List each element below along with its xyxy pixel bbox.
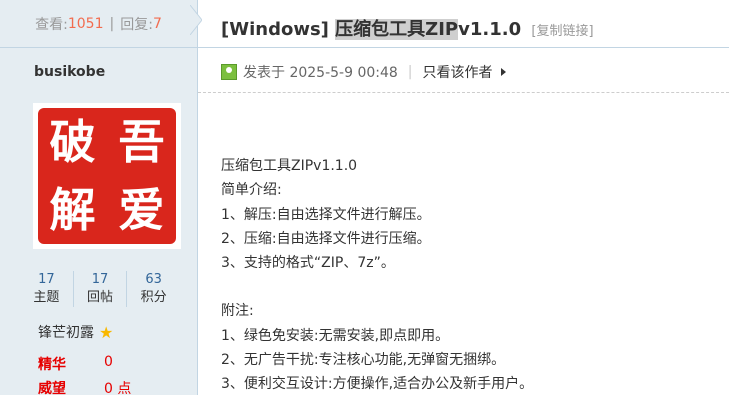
post-date: 发表于 2025-5-9 00:48 — [243, 65, 398, 81]
post-content: 压缩包工具ZIPv1.1.0 简单介绍: 1、解压:自由选择文件进行解压。 2、… — [221, 154, 533, 397]
replies-label: 回复: — [120, 16, 153, 33]
weiwang-label: 威望 — [38, 381, 66, 397]
thread-title: [Windows] 压缩包工具ZIPv1.1.0 [复制链接] — [221, 15, 594, 41]
user-rank[interactable]: 锋芒初露 ★ — [38, 322, 113, 342]
avatar[interactable]: 破 吾 解 爱 — [33, 103, 181, 249]
content-gap — [221, 275, 533, 299]
jinghua-row: 精华 0 — [38, 354, 113, 374]
content-line: 附注: — [221, 303, 254, 320]
stats-separator: | — [109, 15, 115, 32]
seal-char: 吾 — [118, 115, 165, 169]
jinghua-value[interactable]: 0 — [104, 354, 113, 374]
content-line: 2、压缩:自由选择文件进行压缩。 — [221, 230, 431, 247]
user-stat-value: 17 — [91, 272, 109, 287]
online-status-icon — [221, 64, 237, 80]
user-stats: 17 主题 17 回帖 63 积分 — [20, 271, 180, 307]
user-stat-label: 积分 — [140, 290, 167, 305]
title-suffix: v1.1.0 — [458, 19, 522, 40]
content-line: 压缩包工具ZIPv1.1.0 — [221, 158, 358, 174]
content-line: 1、解压:自由选择文件进行解压。 — [221, 206, 431, 223]
meta-separator: | — [407, 64, 413, 80]
meta-divider — [198, 92, 729, 93]
weiwang-row: 威望 0 点 — [38, 378, 131, 398]
author-username[interactable]: busikobe — [0, 48, 197, 80]
weiwang-value: 0 点 — [104, 381, 132, 397]
content-line: 简单介绍: — [221, 182, 282, 199]
title-divider — [198, 47, 729, 48]
user-stat-value: 63 — [145, 272, 162, 287]
jinghua-label: 精华 — [38, 357, 66, 373]
title-highlight: 压缩包工具ZIP — [335, 19, 459, 40]
content-line: 2、无广告干扰:专注核心功能,无弹窗无捆绑。 — [221, 352, 506, 369]
content-line: 3、便利交互设计:方便操作,适合办公及新手用户。 — [221, 376, 534, 393]
user-stat-threads[interactable]: 17 主题 — [20, 271, 73, 307]
user-stat-label: 主题 — [33, 290, 60, 305]
seal-char: 解 — [49, 183, 96, 237]
replies-count: 7 — [152, 15, 162, 32]
rank-label: 锋芒初露 — [38, 325, 94, 341]
user-stat-label: 回帖 — [87, 290, 114, 305]
copy-link[interactable]: [复制链接] — [531, 24, 593, 39]
content-line: 3、支持的格式“ZIP、7z”。 — [221, 255, 395, 272]
user-stat-value: 17 — [38, 272, 55, 287]
avatar-seal-image: 破 吾 解 爱 — [38, 108, 176, 244]
star-icon: ★ — [99, 322, 114, 342]
user-stat-points[interactable]: 63 积分 — [126, 271, 180, 307]
user-stat-replies[interactable]: 17 回帖 — [72, 271, 127, 307]
views-count: 1051 — [67, 15, 104, 32]
title-prefix: [Windows] — [221, 19, 336, 40]
caret-right-icon — [500, 68, 506, 76]
author-sidebar: 查看: 1051 | 回复: 7 busikobe 破 吾 解 爱 17 主题 … — [0, 0, 198, 398]
post-meta: 发表于 2025-5-9 00:48 | 只看该作者 — [221, 62, 506, 82]
author-only-link[interactable]: 只看该作者 — [423, 62, 493, 82]
seal-char: 爱 — [118, 183, 165, 237]
seal-char: 破 — [49, 115, 96, 169]
thread-stats: 查看: 1051 | 回复: 7 — [0, 0, 197, 48]
sidebar-pointer-icon — [190, 5, 202, 35]
views-label: 查看: — [35, 16, 68, 33]
content-line: 1、绿色免安装:无需安装,即点即用。 — [221, 327, 450, 344]
